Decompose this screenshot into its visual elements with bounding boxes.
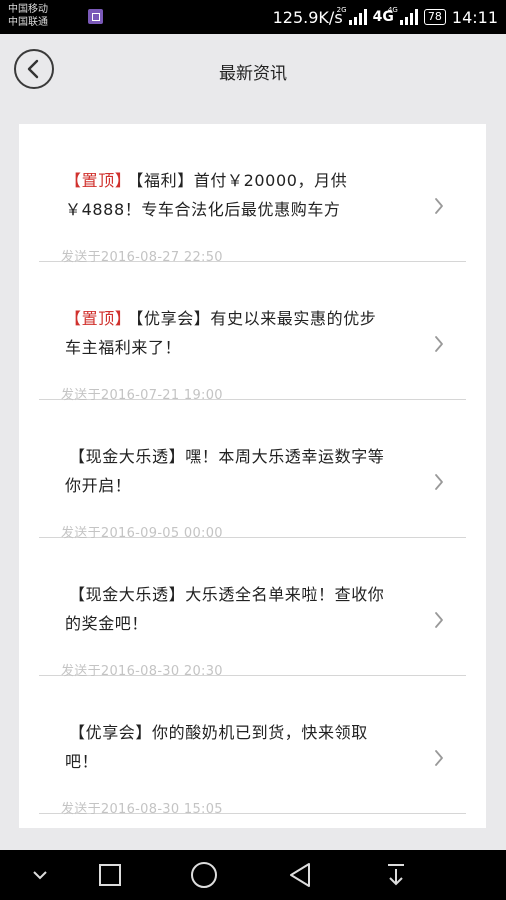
news-item[interactable]: 【现金大乐透】嘿！本周大乐透幸运数字等你开启！ 发送于2016-09-05 00:… — [39, 400, 466, 541]
pinned-badge: 【置顶】 — [65, 171, 132, 190]
status-bar: 中国移动 中国联通 125.9K/s 2G 4G 4G 78 14:11 — [0, 0, 506, 34]
news-text: 【置顶】 【福利】首付￥20000，月供￥4888！专车合法化后最优惠购车方 — [65, 166, 385, 224]
download-icon[interactable] — [376, 850, 416, 900]
recents-button[interactable] — [90, 850, 130, 900]
news-date: 发送于2016-08-30 15:05 — [61, 802, 223, 817]
chevron-down-icon[interactable] — [20, 850, 60, 900]
page-title: 最新资讯 — [219, 64, 287, 84]
carrier-2: 中国联通 — [8, 17, 48, 28]
news-item[interactable]: 【现金大乐透】大乐透全名单来啦！查收你的奖金吧！ 发送于2016-08-30 20… — [39, 538, 466, 679]
news-title: 【现金大乐透】大乐透全名单来啦！查收你的奖金吧！ — [65, 585, 385, 633]
news-item[interactable]: 【优享会】你的酸奶机已到货，快来领取吧！ 发送于2016-08-30 15:05 — [39, 676, 466, 817]
header-bar: 最新资讯 — [0, 34, 506, 104]
news-text: 【优享会】你的酸奶机已到货，快来领取吧！ — [65, 718, 385, 776]
news-item[interactable]: 【置顶】 【优享会】有史以来最实惠的优步车主福利来了！ 发送于2016-07-21 … — [39, 262, 466, 403]
clock: 14:11 — [451, 7, 498, 27]
news-title: 【现金大乐透】嘿！本周大乐透幸运数字等你开启！ — [65, 447, 385, 495]
signal-2-tag: 4G — [387, 6, 398, 14]
system-nav-bar — [0, 850, 506, 900]
news-text: 【置顶】 【优享会】有史以来最实惠的优步车主福利来了！ — [65, 304, 385, 362]
status-right: 125.9K/s 2G 4G 4G 78 14:11 — [273, 0, 498, 34]
net-speed: 125.9K/s — [272, 7, 343, 27]
app-notification-icon — [88, 9, 103, 24]
carrier-labels: 中国移动 中国联通 — [8, 3, 48, 29]
signal-2-icon: 4G — [388, 6, 418, 25]
chevron-right-icon — [435, 336, 443, 352]
news-list: 【置顶】 【福利】首付￥20000，月供￥4888！专车合法化后最优惠购车方发送于… — [19, 124, 486, 828]
chevron-right-icon — [435, 750, 443, 766]
signal-1-tag: 2G — [336, 6, 347, 14]
news-text: 【现金大乐透】大乐透全名单来啦！查收你的奖金吧！ — [65, 580, 385, 638]
signal-1-icon: 2G — [337, 6, 367, 25]
news-title: 【优享会】你的酸奶机已到货，快来领取吧！ — [65, 723, 368, 771]
chevron-right-icon — [435, 198, 443, 214]
chevron-right-icon — [435, 612, 443, 628]
home-button[interactable] — [184, 850, 224, 900]
back-nav-button[interactable] — [280, 850, 320, 900]
carrier-1: 中国移动 — [8, 4, 48, 15]
pinned-badge: 【置顶】 — [65, 309, 132, 328]
news-item[interactable]: 【置顶】 【福利】首付￥20000，月供￥4888！专车合法化后最优惠购车方 发送于… — [39, 124, 466, 265]
chevron-right-icon — [435, 474, 443, 490]
battery-icon: 78 — [423, 9, 446, 25]
news-text: 【现金大乐透】嘿！本周大乐透幸运数字等你开启！ — [65, 442, 385, 500]
